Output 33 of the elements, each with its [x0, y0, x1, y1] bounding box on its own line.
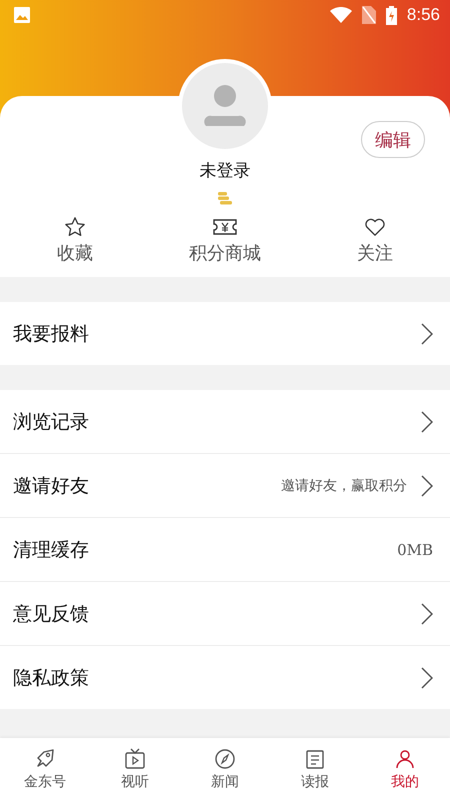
menu-hint: 邀请好友，赢取积分 — [281, 476, 407, 494]
shortcut-button[interactable]: 收藏 — [0, 215, 150, 265]
nav-tab[interactable]: 我的 — [360, 738, 450, 800]
nav-tab[interactable]: 金东号 — [0, 738, 90, 800]
heart-icon — [364, 217, 386, 237]
edit-button[interactable]: 编辑 — [361, 121, 425, 158]
menu-label: 意见反馈 — [13, 602, 90, 626]
compass-icon[interactable] — [213, 747, 237, 771]
image-icon — [14, 7, 30, 23]
tv-icon[interactable] — [123, 747, 147, 771]
chevron-right-icon — [421, 410, 433, 432]
nav-tab[interactable]: 新闻 — [180, 738, 270, 800]
shortcut-button[interactable]: 积分商城 — [150, 215, 300, 265]
wifi-icon — [330, 7, 352, 23]
chevron-right-icon — [421, 474, 433, 496]
avatar-icon[interactable] — [182, 63, 268, 149]
menu-label: 清理缓存 — [13, 538, 90, 562]
menu-label: 浏览记录 — [13, 410, 90, 434]
nav-tab[interactable]: 读报 — [270, 738, 360, 800]
chevron-right-icon — [421, 666, 433, 688]
chevron-right-icon — [421, 602, 433, 624]
menu-label: 我要报料 — [13, 322, 90, 346]
status-time: 8:56 — [406, 5, 440, 25]
menu-label: 隐私政策 — [13, 666, 90, 690]
shortcut-button[interactable]: 关注 — [300, 215, 450, 265]
cache-size: 0MB — [397, 540, 433, 558]
chevron-right-icon — [421, 322, 433, 344]
star-icon — [64, 216, 86, 238]
username: 未登录 — [198, 160, 252, 182]
menu-label: 邀请好友 — [13, 474, 90, 498]
nav-tab[interactable]: 视听 — [90, 738, 180, 800]
coins-icon — [218, 192, 232, 205]
ticket-icon — [212, 218, 238, 236]
